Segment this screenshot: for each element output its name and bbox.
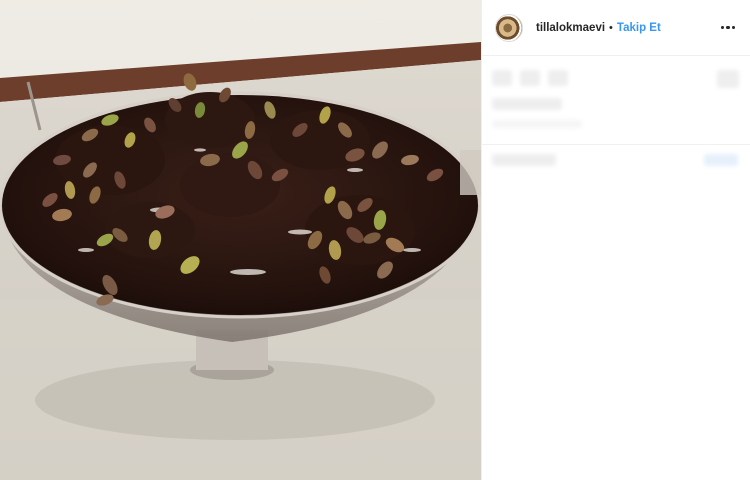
follow-button[interactable]: Takip Et — [617, 22, 661, 34]
blurred-date — [492, 120, 582, 128]
blurred-comment-input — [492, 154, 556, 166]
profile-avatar[interactable] — [495, 13, 523, 42]
separator-dot: • — [609, 21, 613, 34]
post-side-panel: tillalokmaevi • Takip Et — [481, 0, 750, 480]
dessert-photo — [0, 0, 481, 480]
blurred-icon-2 — [520, 70, 540, 86]
more-dot-2 — [726, 25, 730, 30]
blurred-icon-1 — [492, 70, 512, 86]
username-link[interactable]: tillalokmaevi — [536, 22, 605, 34]
blurred-post-button — [704, 154, 738, 166]
blurred-icon-3 — [548, 70, 568, 86]
blurred-details — [482, 56, 750, 256]
more-options-icon[interactable] — [719, 20, 738, 36]
blurred-icon-4 — [717, 70, 739, 88]
blurred-likes — [492, 98, 562, 110]
more-dot-3 — [731, 25, 735, 30]
post-header: tillalokmaevi • Takip Et — [482, 0, 750, 56]
divider — [482, 144, 750, 145]
post-photo[interactable] — [0, 0, 481, 480]
more-dot-1 — [720, 25, 724, 30]
